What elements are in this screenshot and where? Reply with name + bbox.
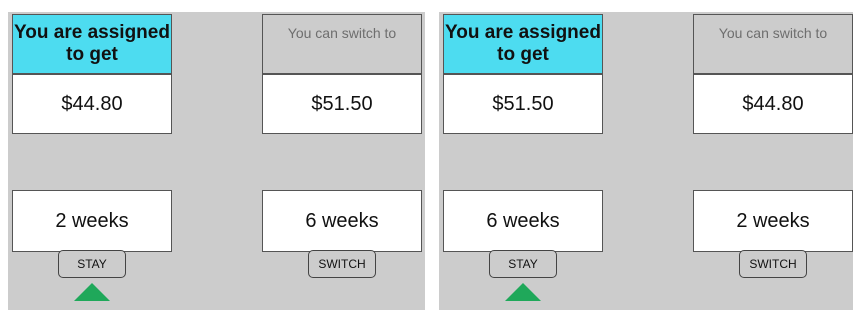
switch-header: You can switch to xyxy=(693,14,853,74)
switch-duration: 2 weeks xyxy=(693,190,853,252)
assigned-header: You are assigned to get xyxy=(443,14,603,74)
assigned-duration: 6 weeks xyxy=(443,190,603,252)
stay-button[interactable]: STAY xyxy=(489,250,557,278)
switch-duration: 6 weeks xyxy=(262,190,422,252)
assigned-duration: 2 weeks xyxy=(12,190,172,252)
assigned-amount: $51.50 xyxy=(443,74,603,134)
switch-header: You can switch to xyxy=(262,14,422,74)
selection-marker-icon xyxy=(505,283,541,301)
assigned-header: You are assigned to get xyxy=(12,14,172,74)
selection-marker-icon xyxy=(74,283,110,301)
switch-amount: $44.80 xyxy=(693,74,853,134)
choice-panel-1: You are assigned to get You can switch t… xyxy=(8,12,425,310)
switch-amount: $51.50 xyxy=(262,74,422,134)
stay-button[interactable]: STAY xyxy=(58,250,126,278)
switch-button[interactable]: SWITCH xyxy=(739,250,807,278)
assigned-amount: $44.80 xyxy=(12,74,172,134)
choice-panel-2: You are assigned to get You can switch t… xyxy=(439,12,853,310)
switch-button[interactable]: SWITCH xyxy=(308,250,376,278)
